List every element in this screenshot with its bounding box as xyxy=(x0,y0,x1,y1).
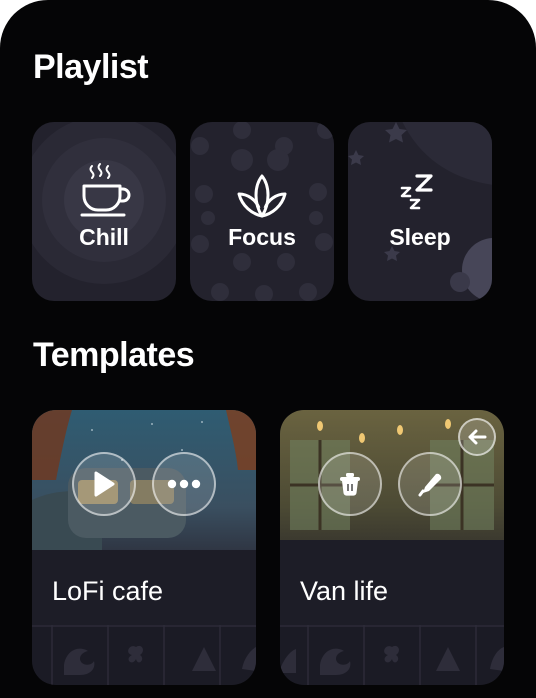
template-pattern-strip xyxy=(280,625,504,685)
playlist-card-chill[interactable]: Chill xyxy=(32,122,176,301)
back-button[interactable] xyxy=(458,418,496,456)
more-button[interactable] xyxy=(152,452,216,516)
coffee-cup-icon xyxy=(80,163,131,217)
playlist-title: Playlist xyxy=(33,48,149,86)
edit-button[interactable] xyxy=(398,452,462,516)
playlist-card-label: Chill xyxy=(79,224,129,250)
play-button[interactable] xyxy=(72,452,136,516)
more-icon xyxy=(167,479,201,489)
delete-icon xyxy=(340,473,360,496)
playlist-panel: Playlist Chill Focus Sleep Templates LoF… xyxy=(0,0,536,698)
template-card-van-life[interactable]: Van life xyxy=(280,410,504,685)
template-title: LoFi cafe xyxy=(52,576,164,606)
delete-button[interactable] xyxy=(318,452,382,516)
playlist-card-label: Focus xyxy=(228,224,296,250)
zzz-icon xyxy=(400,174,433,210)
playlist-card-focus[interactable]: Focus xyxy=(190,122,334,301)
template-card-lofi-cafe[interactable]: LoFi cafe xyxy=(32,410,256,685)
playlist-card-label: Sleep xyxy=(389,224,451,250)
templates-title: Templates xyxy=(33,336,195,374)
edit-icon xyxy=(418,473,442,497)
back-arrow-icon xyxy=(468,429,487,445)
template-pattern-strip xyxy=(32,625,256,685)
playlist-card-sleep[interactable]: Sleep xyxy=(348,122,492,301)
lotus-icon xyxy=(237,174,287,218)
play-icon xyxy=(94,471,115,497)
template-title: Van life xyxy=(300,576,389,606)
